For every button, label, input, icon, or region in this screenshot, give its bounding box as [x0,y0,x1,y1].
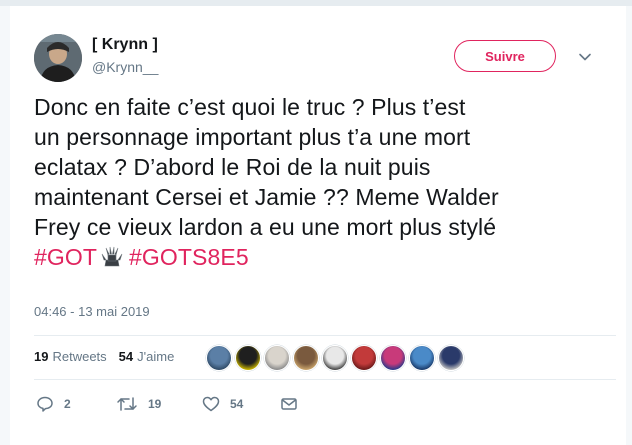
retweet-count: 19 [148,397,162,411]
tweet-actions: 2 19 54 [36,395,300,413]
hashtag-got[interactable]: #GOT [34,244,97,270]
window-top-strip [0,0,632,6]
divider [34,379,616,380]
liker-avatar[interactable] [206,345,232,371]
follow-button[interactable]: Suivre [454,40,556,72]
hashtag-gots8e5[interactable]: #GOTS8E5 [129,244,249,270]
reply-icon [36,395,54,413]
timeline-gutter-left [0,6,10,445]
liker-avatar[interactable] [322,345,348,371]
tweet-line: Frey ce vieux lardon a eu une mort plus … [34,214,497,240]
hashtag-line: #GOT #GOTS8E5 [34,242,619,275]
tweet-timestamp[interactable]: 04:46 - 13 mai 2019 [34,304,150,319]
tweet-stats: 19 Retweets 54 J'aime [34,349,180,364]
liker-avatar[interactable] [351,345,377,371]
tweet-line: Donc en faite c’est quoi le truc ? Plus … [34,94,466,120]
liker-avatar[interactable] [235,345,261,371]
reply-count: 2 [64,397,71,411]
user-display-name[interactable]: [ Krynn ] [92,36,158,54]
timeline-gutter-right [626,6,632,445]
retweet-button[interactable]: 19 [116,395,194,413]
retweet-icon [116,395,138,413]
tweet-line: eclatax ? D’abord le Roi de la nuit puis [34,154,431,180]
direct-message-button[interactable] [280,395,300,413]
heart-icon [202,395,220,413]
reply-button[interactable]: 2 [36,395,98,413]
likes-stat[interactable]: 54 J'aime [119,349,175,364]
likes-count: 54 [118,349,134,364]
liker-avatar[interactable] [264,345,290,371]
user-avatar[interactable] [34,34,82,82]
liker-avatar[interactable] [409,345,435,371]
tweet-line: maintenant Cersei et Jamie ?? Meme Walde… [34,184,499,210]
envelope-icon [280,395,298,413]
retweets-count: 19 [34,349,49,364]
tweet-line: un personnage important plus t’a une mor… [34,124,471,150]
retweets-stat[interactable]: 19 Retweets [34,349,107,364]
like-count: 54 [230,397,244,411]
liker-avatar[interactable] [293,345,319,371]
avatar-image [34,34,82,82]
user-handle[interactable]: @Krynn__ [92,59,158,75]
liker-avatars [206,345,464,371]
likes-label: J'aime [137,349,175,364]
like-button[interactable]: 54 [202,395,276,413]
tweet-text: Donc en faite c’est quoi le truc ? Plus … [34,92,619,275]
liker-avatar[interactable] [380,345,406,371]
divider [34,335,616,336]
chevron-down-icon[interactable] [578,50,592,64]
retweets-label: Retweets [52,349,107,364]
liker-avatar[interactable] [438,345,464,371]
iron-throne-icon [101,245,123,275]
